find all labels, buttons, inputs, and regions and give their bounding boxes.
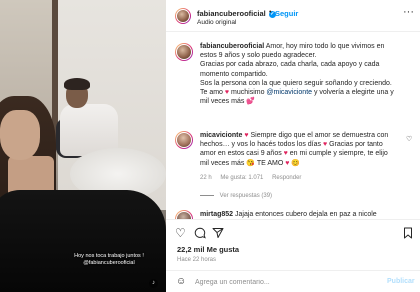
post-timestamp: Hace 22 horas: [177, 257, 217, 263]
caption-comment: fabiancuberooficial Amor, hoy miro todo …: [200, 43, 394, 106]
view-replies-button[interactable]: Ver respuestas (39): [200, 193, 272, 199]
smiley-icon[interactable]: ☺: [176, 276, 186, 287]
like-comment-heart-icon[interactable]: ♡: [406, 135, 412, 143]
comments-list[interactable]: fabiancuberooficial Amor, hoy miro todo …: [166, 33, 420, 219]
share-send-icon[interactable]: [212, 227, 224, 241]
header-username[interactable]: fabiancuberooficial ✓: [197, 9, 276, 18]
comment-likes[interactable]: Me gusta: 1.071: [220, 175, 263, 181]
photo-woman-face: [0, 110, 40, 160]
header-separator: •: [269, 9, 272, 16]
comment-avatar-mirtag852[interactable]: [175, 210, 193, 219]
smile-emoji-icon: 😊: [291, 159, 301, 167]
heart-emoji-icon: ♥: [244, 132, 249, 139]
photo-woman-dress: [0, 190, 166, 292]
publish-button[interactable]: Publicar: [387, 278, 415, 285]
post-side-panel: fabiancuberooficial ✓ • Seguir Audio ori…: [166, 0, 420, 292]
comment-bubble-icon[interactable]: [194, 227, 206, 241]
post-actions: ♡ 22,2 mil Me gusta Hace 22 horas: [166, 219, 420, 269]
replies-divider: [200, 194, 214, 196]
photo-caption-overlay: Hoy nos toca trabajo juntos ! @fabiancub…: [54, 253, 164, 267]
comment-micavicionte: micavicionte ♥ Siempre digo que el amor …: [200, 132, 389, 167]
likes-count[interactable]: 22,2 mil Me gusta: [177, 245, 239, 254]
like-heart-icon[interactable]: ♡: [175, 227, 186, 239]
header-audio-link[interactable]: Audio original: [197, 19, 236, 26]
caption-avatar[interactable]: [175, 43, 193, 61]
photo-man-hair: [64, 78, 90, 90]
comment-username[interactable]: micavicionte: [200, 132, 242, 139]
post-header: fabiancuberooficial ✓ • Seguir Audio ori…: [166, 0, 420, 32]
kiss-emoji-icon: 😘: [246, 159, 256, 167]
comment-meta: 22 h Me gusta: 1.071 Responder: [200, 175, 308, 181]
header-avatar[interactable]: [175, 8, 191, 24]
comment-age: 22 h: [200, 175, 212, 181]
more-options-icon[interactable]: ···: [403, 6, 414, 18]
post-photo[interactable]: Hoy nos toca trabajo juntos ! @fabiancub…: [0, 0, 166, 292]
caption-username[interactable]: fabiancuberooficial: [200, 43, 264, 50]
reply-button[interactable]: Responder: [272, 175, 301, 181]
comment-mirtag852: mirtag852 Jajaja entonces cubero dejala …: [200, 211, 377, 218]
photo-caption-line1: Hoy nos toca trabajo juntos !: [74, 253, 144, 259]
comment-avatar-micavicionte[interactable]: [175, 131, 193, 149]
mention-link[interactable]: @micavicionte: [266, 89, 312, 96]
comment-username[interactable]: mirtag852: [200, 211, 233, 218]
photo-caption-line2: @fabiancuberooficial: [83, 260, 135, 266]
bookmark-save-icon[interactable]: [403, 227, 413, 241]
comment-composer: ☺ Publicar: [166, 270, 420, 292]
heart-emoji-icon: ♥: [285, 159, 290, 167]
view-replies-label[interactable]: Ver respuestas (39): [220, 193, 272, 199]
header-username-text[interactable]: fabiancuberooficial: [197, 9, 266, 18]
follow-button[interactable]: Seguir: [275, 9, 298, 18]
heart-emoji-icon: 💕: [246, 98, 256, 106]
comment-input[interactable]: [195, 276, 375, 288]
reel-audio-icon[interactable]: ♪: [149, 279, 158, 288]
